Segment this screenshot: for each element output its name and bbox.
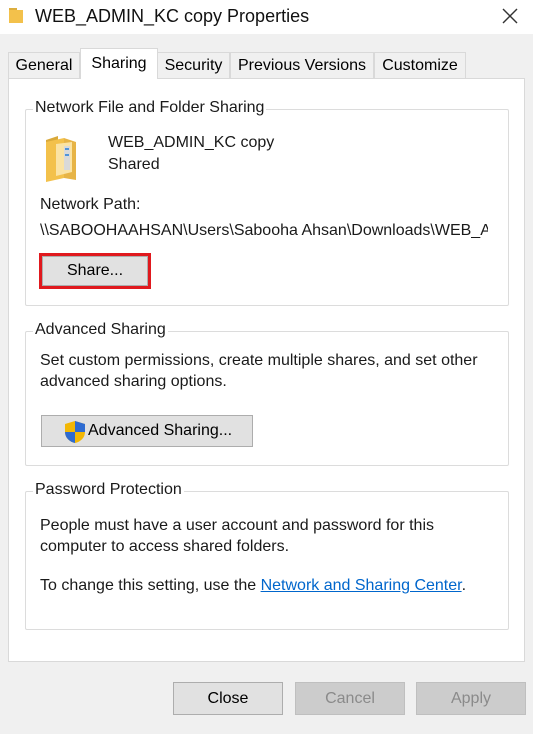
network-sharing-group: Network File and Folder Sharing WEB_ADMI…: [25, 99, 509, 306]
tab-previous-versions[interactable]: Previous Versions: [230, 52, 374, 78]
folder-name: WEB_ADMIN_KC copy: [108, 134, 275, 151]
tab-customize[interactable]: Customize: [374, 52, 466, 78]
password-protection-title: Password Protection: [33, 481, 184, 499]
advanced-sharing-button[interactable]: Advanced Sharing...: [41, 415, 253, 447]
advanced-sharing-title: Advanced Sharing: [33, 321, 168, 339]
close-icon: [502, 8, 518, 24]
tab-security[interactable]: Security: [157, 52, 230, 78]
password-protection-group: Password Protection People must have a u…: [25, 481, 509, 630]
network-sharing-center-link[interactable]: Network and Sharing Center: [261, 577, 462, 594]
folder-icon: [9, 8, 23, 23]
network-path-value: \\SABOOHAAHSAN\Users\Sabooha Ahsan\Downl…: [40, 222, 488, 239]
tab-sharing[interactable]: Sharing: [80, 48, 158, 79]
folder-status: Shared: [108, 156, 160, 173]
advanced-sharing-button-label: Advanced Sharing...: [88, 422, 233, 439]
apply-button[interactable]: Apply: [416, 682, 526, 715]
password-protection-line2: computer to access shared folders.: [40, 538, 290, 555]
advanced-sharing-description-line1: Set custom permissions, create multiple …: [40, 352, 478, 369]
shared-folder-icon: [46, 136, 76, 182]
close-window-button[interactable]: [495, 2, 525, 30]
share-button-highlight: [39, 253, 151, 289]
change-suffix: .: [461, 577, 467, 594]
cancel-button[interactable]: Cancel: [295, 682, 405, 715]
sharing-tab-panel: Network File and Folder Sharing WEB_ADMI…: [8, 78, 525, 662]
tab-general[interactable]: General: [8, 52, 80, 78]
uac-shield-icon: [65, 421, 85, 443]
window-title: WEB_ADMIN_KC copy Properties: [35, 6, 310, 26]
close-button[interactable]: Close: [173, 682, 283, 715]
advanced-sharing-description-line2: advanced sharing options.: [40, 373, 227, 390]
title-bar: WEB_ADMIN_KC copy Properties: [0, 0, 533, 34]
network-sharing-title: Network File and Folder Sharing: [33, 99, 267, 117]
password-protection-change-text: To change this setting, use the Network …: [40, 577, 466, 595]
advanced-sharing-group: Advanced Sharing Set custom permissions,…: [25, 321, 509, 466]
change-prefix: To change this setting, use the: [40, 577, 261, 594]
network-path-label: Network Path:: [40, 196, 141, 213]
password-protection-line1: People must have a user account and pass…: [40, 517, 434, 534]
